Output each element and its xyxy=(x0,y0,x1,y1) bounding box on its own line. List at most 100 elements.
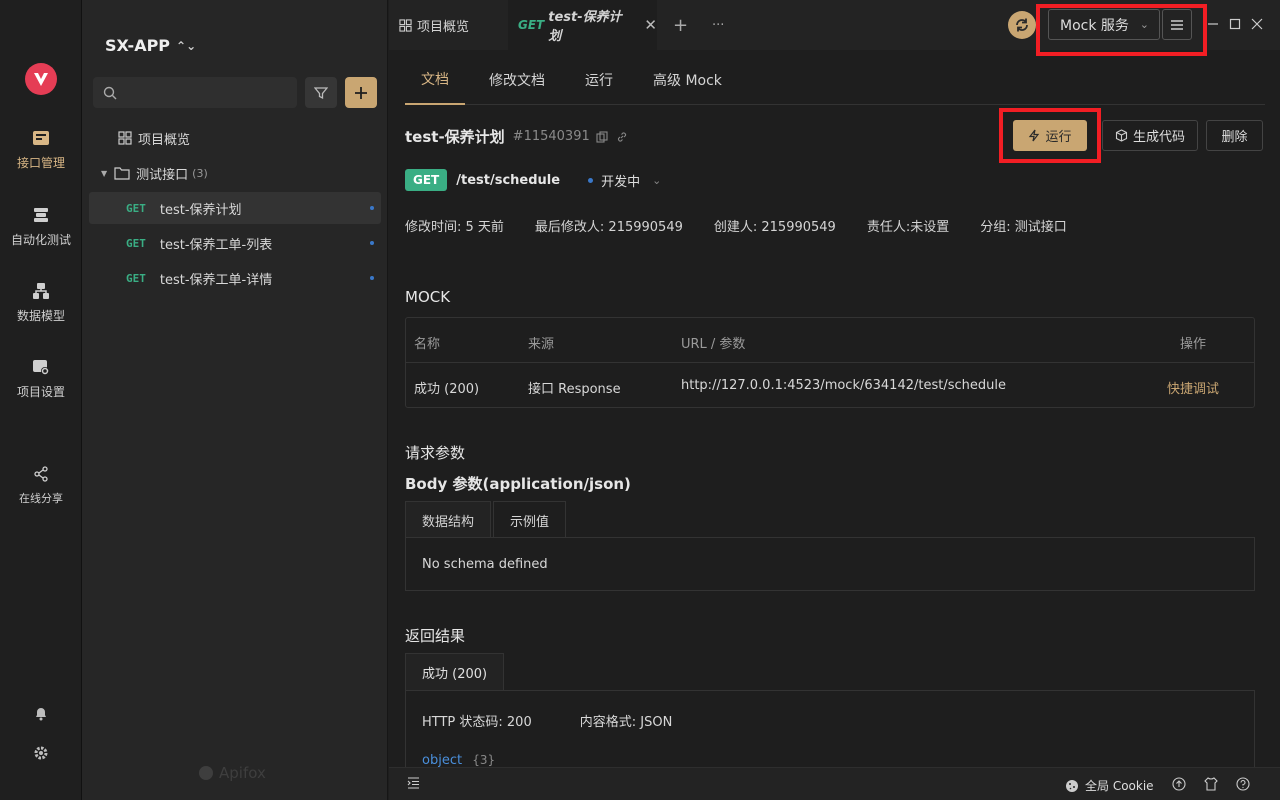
mock-source: 接口 Response xyxy=(528,382,621,397)
api-management-icon xyxy=(31,128,51,148)
tree-item-overview[interactable]: 项目概览 xyxy=(89,122,381,154)
rail-item-automation-test[interactable]: 自动化测试 xyxy=(0,205,82,248)
status-dot xyxy=(370,241,374,245)
more-tabs-button[interactable]: ··· xyxy=(712,0,724,50)
tab-label: 项目概览 xyxy=(417,19,470,35)
response-object[interactable]: object {3} xyxy=(422,753,495,768)
empty-schema-text: No schema defined xyxy=(422,556,548,572)
cookie-icon xyxy=(1066,779,1078,792)
object-type: object xyxy=(422,753,463,768)
apifox-logo-icon[interactable] xyxy=(25,63,57,95)
apifox-watermark: Apifox xyxy=(198,764,266,782)
add-tab-button[interactable]: + xyxy=(673,0,688,50)
tab-response-200[interactable]: 成功 (200) xyxy=(405,653,505,691)
caret-down-icon: ▼ xyxy=(101,168,108,178)
share-icon xyxy=(31,464,51,484)
http-status-code: HTTP 状态码: 200 xyxy=(422,715,532,730)
search-box[interactable] xyxy=(93,77,297,108)
rail-item-project-settings[interactable]: 项目设置 xyxy=(0,357,82,400)
add-button[interactable] xyxy=(345,77,377,108)
subtab-label: 修改文档 xyxy=(489,73,545,89)
tab-api-active[interactable]: GET test-保养计划 ✕ xyxy=(508,0,657,50)
quick-debug-link[interactable]: 快捷调试 xyxy=(1167,378,1219,397)
subtab-label: 高级 Mock xyxy=(653,73,722,89)
tab-example[interactable]: 示例值 xyxy=(493,501,567,538)
tab-schema[interactable]: 数据结构 xyxy=(405,501,492,538)
folder-label: 测试接口 xyxy=(136,167,189,183)
meta-owner: 责任人:未设置 xyxy=(866,220,950,235)
status-label: 开发中 xyxy=(601,174,641,190)
grid-icon xyxy=(399,18,412,32)
subtab-advanced-mock[interactable]: 高级 Mock xyxy=(653,55,722,105)
method-tag: GET xyxy=(126,271,146,285)
doc-subtabs: 文档 修改文档 运行 高级 Mock xyxy=(405,55,1265,105)
highlight-box xyxy=(1036,4,1207,56)
rail-item-data-model[interactable]: 数据模型 xyxy=(0,281,82,324)
tree-folder-test-api[interactable]: ▼ 测试接口 (3) xyxy=(89,157,381,189)
subtab-run[interactable]: 运行 xyxy=(585,55,613,105)
filter-icon xyxy=(314,86,328,99)
body-params-title: Body 参数(application/json) xyxy=(405,475,631,493)
plus-icon xyxy=(355,86,367,99)
close-icon xyxy=(1251,18,1263,30)
tab-label: 成功 (200) xyxy=(422,667,488,682)
project-name: SX-APP xyxy=(105,36,171,55)
maximize-button[interactable] xyxy=(1228,17,1242,31)
schema-panel: No schema defined xyxy=(405,537,1255,591)
subtab-label: 运行 xyxy=(585,73,613,89)
rail-item-share[interactable]: 在线分享 xyxy=(0,464,82,506)
apifox-mark-icon xyxy=(199,766,213,780)
api-meta: 修改时间: 5 天前 最后修改人: 215990549 创建人: 2159905… xyxy=(405,216,1067,235)
upload-icon xyxy=(1172,777,1186,791)
mock-section-title: MOCK xyxy=(405,288,451,306)
rail-item-label: 数据模型 xyxy=(16,309,65,323)
filter-button[interactable] xyxy=(305,77,337,108)
help-button[interactable] xyxy=(1236,777,1250,791)
close-icon[interactable]: ✕ xyxy=(644,16,657,34)
shirt-button[interactable] xyxy=(1204,777,1218,791)
status-bar: 全局 Cookie xyxy=(389,767,1280,800)
subtab-edit-docs[interactable]: 修改文档 xyxy=(489,55,545,105)
project-switcher[interactable]: SX-APP ⌃⌄ xyxy=(105,36,196,55)
sync-button[interactable] xyxy=(1008,11,1036,39)
body-tabs: 数据结构 示例值 xyxy=(405,501,568,538)
method-tag: GET xyxy=(126,201,146,215)
generate-code-button[interactable]: 生成代码 xyxy=(1102,120,1198,151)
meta-last-modifier: 最后修改人: 215990549 xyxy=(534,220,683,235)
bell-icon[interactable] xyxy=(31,703,51,723)
upload-button[interactable] xyxy=(1172,777,1186,791)
delete-button[interactable]: 删除 xyxy=(1206,120,1263,151)
nav-rail: 接口管理 自动化测试 数据模型 项目设置 在线分享 xyxy=(0,0,82,800)
api-id: #11540391 xyxy=(512,129,590,144)
tree-item-api[interactable]: GET test-保养计划 xyxy=(89,192,381,224)
tab-label: 数据结构 xyxy=(422,514,475,530)
link-icon[interactable] xyxy=(616,131,628,143)
method-badge: GET xyxy=(405,169,448,191)
request-params-title: 请求参数 xyxy=(405,444,466,462)
subtab-docs[interactable]: 文档 xyxy=(405,55,465,105)
global-cookie-button[interactable]: 全局 Cookie xyxy=(1065,777,1154,794)
toggle-sidebar-button[interactable] xyxy=(407,777,420,789)
copy-icon[interactable] xyxy=(596,130,608,143)
header-cell: 名称 xyxy=(414,337,441,352)
response-title: 返回结果 xyxy=(405,627,466,645)
gear-icon[interactable] xyxy=(31,743,51,763)
chevron-down-icon: ⌄ xyxy=(652,173,662,187)
gen-code-label: 生成代码 xyxy=(1132,130,1185,145)
minimize-button[interactable] xyxy=(1206,17,1220,31)
meta-group: 分组: 测试接口 xyxy=(980,220,1067,235)
tab-project-overview[interactable]: 项目概览 xyxy=(389,0,508,50)
main-panel: 项目概览 GET test-保养计划 ✕ + ··· Mock 服务 ⌄ 文档 … xyxy=(389,0,1280,800)
search-icon xyxy=(103,86,117,99)
response-panel: HTTP 状态码: 200 内容格式: JSON object {3} xyxy=(405,690,1255,770)
rail-item-api-management[interactable]: 接口管理 xyxy=(0,128,82,171)
tree-item-api[interactable]: GET test-保养工单-详情 xyxy=(89,262,381,294)
tree-item-api[interactable]: GET test-保养工单-列表 xyxy=(89,227,381,259)
status-dropdown[interactable]: 开发中 ⌄ xyxy=(588,171,661,190)
api-path[interactable]: /test/schedule xyxy=(456,173,560,188)
mock-url[interactable]: http://127.0.0.1:4523/mock/634142/test/s… xyxy=(681,378,1006,393)
delete-label: 删除 xyxy=(1221,130,1248,145)
close-window-button[interactable] xyxy=(1250,17,1264,31)
search-input[interactable] xyxy=(123,85,283,100)
cookie-label: 全局 Cookie xyxy=(1085,779,1154,793)
